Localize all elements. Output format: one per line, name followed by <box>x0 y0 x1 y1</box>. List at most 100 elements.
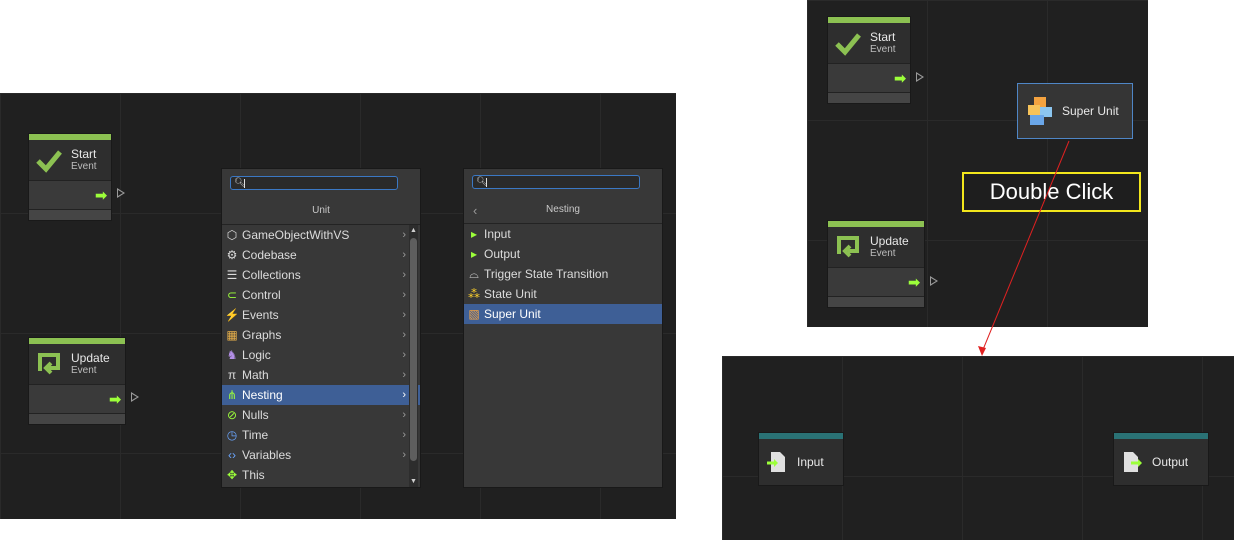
update-event-node[interactable]: Update Event ➡ <box>827 220 925 308</box>
node-header: Super Unit <box>1018 84 1132 138</box>
variables-icon: ‹› <box>228 448 236 462</box>
super-unit-icon: ▧ <box>468 307 480 321</box>
node-header: Output <box>1114 439 1208 485</box>
category-item-gameobjectwithvs[interactable]: ⬡ GameObjectWithVS › <box>222 225 420 245</box>
unit-label: State Unit <box>484 287 537 301</box>
vertical-scrollbar[interactable]: ▲ ▼ <box>409 225 418 487</box>
check-icon <box>36 150 62 173</box>
category-item-graphs[interactable]: ▦ Graphs › <box>222 325 420 345</box>
control-icon: ⊂ <box>226 288 238 302</box>
scrollbar-thumb[interactable] <box>410 238 417 461</box>
chevron-right-icon: › <box>402 409 406 421</box>
flow-output-arrow-icon[interactable]: ➡ <box>109 392 121 406</box>
chevron-right-icon: › <box>402 309 406 321</box>
category-label: Nesting <box>242 388 283 402</box>
category-item-nesting[interactable]: ⋔ Nesting › <box>222 385 420 405</box>
category-item-logic[interactable]: ♞ Logic › <box>222 345 420 365</box>
node-title: Input <box>797 455 824 469</box>
node-port-row: ➡ <box>29 180 111 209</box>
node-footer <box>828 296 924 307</box>
chevron-right-icon: › <box>402 249 406 261</box>
output-node[interactable]: Output <box>1113 432 1209 486</box>
node-footer <box>828 92 910 103</box>
unit-label: Output <box>484 247 521 261</box>
nesting-unit-list: ▸ Input ▸ Output ⌓ Trigger State Transition… <box>464 223 662 324</box>
category-item-events[interactable]: ⚡ Events › <box>222 305 420 325</box>
null-icon: ⊘ <box>226 408 238 422</box>
node-port-row: ➡ <box>828 267 924 296</box>
category-item-variables[interactable]: ‹› Variables › <box>222 445 420 465</box>
category-label: Nulls <box>242 408 269 422</box>
flow-output-arrow-icon[interactable]: ➡ <box>894 71 906 85</box>
output-icon <box>1124 452 1142 472</box>
unit-category-list: ⬡ GameObjectWithVS › ⚙ Codebase › ☰ Collectio… <box>222 224 420 485</box>
flow-output-port-icon[interactable] <box>117 188 125 198</box>
lightning-icon: ⚡ <box>224 308 240 322</box>
category-label: Graphs <box>242 328 282 342</box>
flow-output-port-icon[interactable] <box>131 392 139 402</box>
node-header: Start Event <box>828 23 910 63</box>
flow-output-port-icon[interactable] <box>916 72 924 82</box>
chevron-right-icon: › <box>402 289 406 301</box>
category-item-this[interactable]: ✥ This <box>222 465 420 485</box>
nesting-icon: ⋔ <box>226 388 238 402</box>
graphs-icon: ▦ <box>226 328 238 342</box>
chevron-right-icon: › <box>402 429 406 441</box>
category-label: This <box>242 468 265 482</box>
chevron-right-icon: › <box>402 449 406 461</box>
unit-item-state-unit[interactable]: ⁂ State Unit <box>464 284 662 304</box>
output-icon: ▸ <box>470 247 478 261</box>
text-caret <box>486 178 487 187</box>
node-title: Update <box>71 351 110 365</box>
input-node[interactable]: Input <box>758 432 844 486</box>
category-item-collections[interactable]: ☰ Collections › <box>222 265 420 285</box>
category-item-time[interactable]: ◷ Time › <box>222 425 420 445</box>
node-header: Update Event <box>29 344 125 384</box>
flow-output-arrow-icon[interactable]: ➡ <box>95 188 107 202</box>
unit-item-input[interactable]: ▸ Input <box>464 224 662 244</box>
node-port-row: ➡ <box>29 384 125 413</box>
category-item-control[interactable]: ⊂ Control › <box>222 285 420 305</box>
super-unit-node[interactable]: Super Unit <box>1017 83 1133 139</box>
node-subtitle: Event <box>870 44 896 55</box>
nesting-search-input[interactable]: 🔍︎ <box>472 175 640 189</box>
category-label: Math <box>242 368 269 382</box>
state-unit-icon: ⁂ <box>468 287 480 301</box>
unit-item-trigger-state-transition[interactable]: ⌓ Trigger State Transition <box>464 264 662 284</box>
start-event-node[interactable]: Start Event ➡ <box>28 133 112 221</box>
gear-icon: ⚙ <box>226 248 238 262</box>
flow-output-arrow-icon[interactable]: ➡ <box>908 275 920 289</box>
category-item-codebase[interactable]: ⚙ Codebase › <box>222 245 420 265</box>
category-item-nulls[interactable]: ⊘ Nulls › <box>222 405 420 425</box>
unit-search-input[interactable]: 🔍︎ <box>230 176 398 190</box>
node-port-row: ➡ <box>828 63 910 92</box>
node-header: Input <box>759 439 843 485</box>
start-event-node[interactable]: Start Event ➡ <box>827 16 911 104</box>
cube-icon: ⬡ <box>226 228 238 242</box>
panel-title: Unit <box>312 205 330 216</box>
input-icon: ▸ <box>470 227 478 241</box>
loop-icon <box>837 236 859 258</box>
category-label: GameObjectWithVS <box>242 228 350 242</box>
logic-icon: ♞ <box>226 348 238 362</box>
pi-icon: π <box>227 368 237 382</box>
chevron-right-icon: › <box>402 229 406 241</box>
node-header: Update Event <box>828 227 924 267</box>
loop-icon <box>38 353 60 375</box>
node-title: Output <box>1152 455 1189 469</box>
scroll-down-icon[interactable]: ▼ <box>409 478 418 485</box>
super-unit-icon <box>1028 97 1052 125</box>
flow-output-port-icon[interactable] <box>930 276 938 286</box>
category-label: Variables <box>242 448 292 462</box>
chevron-right-icon: › <box>402 349 406 361</box>
unit-label: Input <box>484 227 511 241</box>
nesting-finder-panel: 🔍︎ ‹ Nesting ▸ Input ▸ Output ⌓ Trigger Sta… <box>463 168 663 488</box>
category-item-math[interactable]: π Math › <box>222 365 420 385</box>
unit-item-output[interactable]: ▸ Output <box>464 244 662 264</box>
scroll-up-icon[interactable]: ▲ <box>409 227 418 234</box>
chevron-right-icon: › <box>402 329 406 341</box>
update-event-node[interactable]: Update Event ➡ <box>28 337 126 425</box>
unit-item-super-unit[interactable]: ▧ Super Unit <box>464 304 662 324</box>
node-title: Start <box>870 30 896 44</box>
category-label: Codebase <box>242 248 297 262</box>
